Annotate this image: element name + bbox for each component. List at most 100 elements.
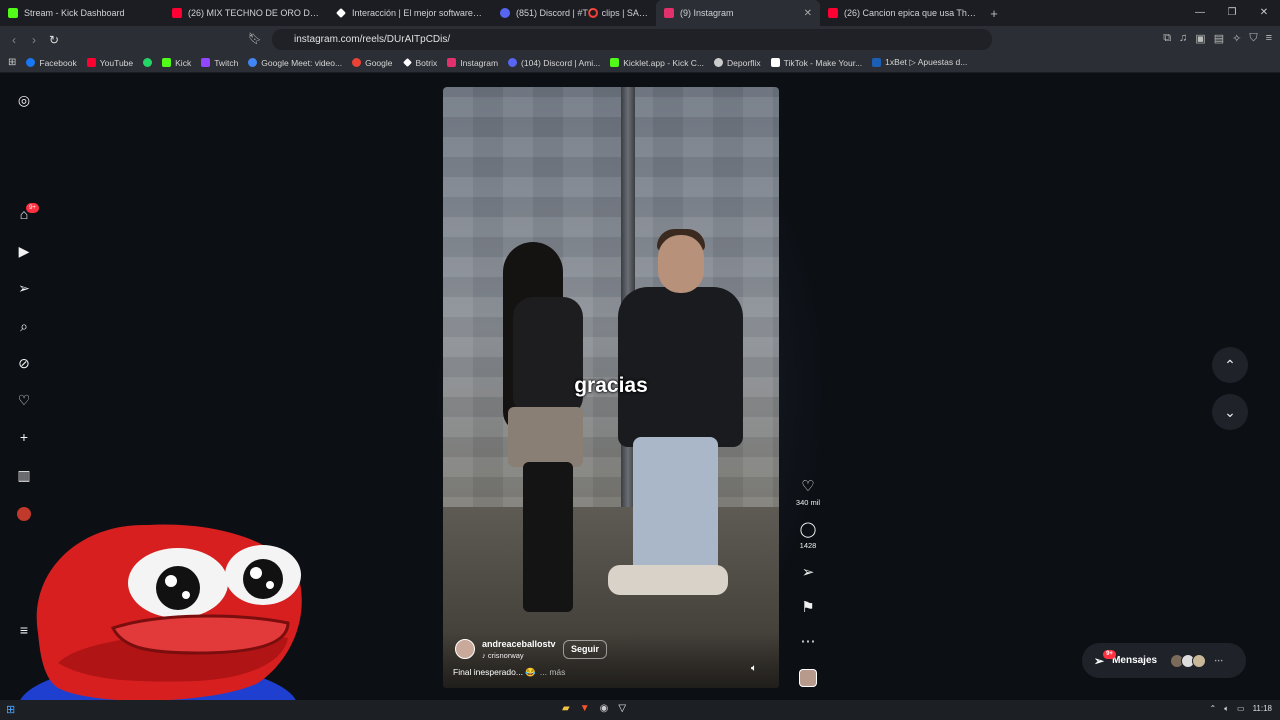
next-reel-button[interactable]: ⌄ bbox=[1212, 394, 1248, 430]
share-button[interactable]: ➢ bbox=[792, 564, 824, 582]
bookmark-botrix[interactable]: Botrix bbox=[402, 58, 437, 68]
leo-icon[interactable]: ✧ bbox=[1232, 32, 1241, 45]
forward-icon[interactable]: › bbox=[24, 33, 44, 47]
reel-username[interactable]: andreaceballostv bbox=[482, 639, 556, 649]
system-tray: ⌃ 🔈︎ ▭ 11:18 bbox=[1209, 704, 1272, 714]
more-icon: ⋯ bbox=[800, 633, 816, 650]
dashboard-icon[interactable]: ▥ bbox=[16, 467, 32, 483]
previous-reel-button[interactable]: ⌃ bbox=[1212, 347, 1248, 383]
reel-video[interactable]: gracias andreaceballostv ♪ crisnorway Se… bbox=[443, 87, 779, 688]
bookmarks-bar: ⊞ Facebook YouTube Kick Twitch Google Me… bbox=[0, 53, 1280, 73]
vpn-icon[interactable]: ⛉ bbox=[1249, 32, 1257, 45]
extensions-icon[interactable]: ⧉ bbox=[1163, 32, 1171, 45]
back-icon[interactable]: ‹ bbox=[4, 33, 24, 47]
create-icon[interactable]: + bbox=[16, 429, 32, 445]
whatsapp-icon bbox=[143, 58, 153, 67]
network-icon[interactable]: ▭ bbox=[1237, 704, 1245, 714]
minimize-icon[interactable]: — bbox=[1184, 0, 1216, 26]
clock[interactable]: 11:18 bbox=[1253, 704, 1272, 714]
reels-icon[interactable]: ▶ bbox=[16, 243, 32, 259]
youtube-icon bbox=[86, 58, 96, 67]
youtube-icon bbox=[828, 8, 838, 18]
wallet-icon[interactable]: ▤ bbox=[1214, 32, 1224, 45]
bookmark-icon: ⚑ bbox=[801, 599, 815, 616]
messages-icon[interactable]: ➢ bbox=[16, 280, 32, 296]
new-tab-button[interactable]: + bbox=[984, 6, 1004, 21]
tab-kick-dashboard[interactable]: Stream - Kick Dashboard bbox=[0, 0, 164, 26]
bookmark-whatsapp[interactable] bbox=[143, 58, 153, 67]
save-button[interactable]: ⚑ bbox=[792, 599, 824, 617]
kick-icon bbox=[8, 8, 18, 18]
video-person-boy-legs bbox=[633, 437, 718, 577]
google-icon bbox=[352, 58, 362, 67]
reel-description[interactable]: Final inesperado... 😂... más bbox=[453, 667, 565, 678]
follow-button[interactable]: Seguir bbox=[563, 640, 608, 659]
bookmark-twitch[interactable]: Twitch bbox=[201, 58, 238, 68]
apps-grid-icon[interactable]: ⊞ bbox=[8, 57, 16, 68]
tab-instagram[interactable]: (9) Instagram ✕ bbox=[656, 0, 820, 26]
diamond-icon bbox=[336, 8, 346, 18]
video-person-girl-skirt bbox=[508, 407, 583, 467]
kick-icon bbox=[162, 58, 172, 67]
windows-start-icon[interactable]: ⊞ bbox=[6, 703, 15, 716]
close-icon[interactable]: ✕ bbox=[804, 8, 812, 19]
instagram-icon bbox=[664, 8, 674, 18]
tab-discord[interactable]: (851) Discord | #T⭕ clips | SAPOLIC bbox=[492, 0, 656, 26]
tiktok-icon bbox=[770, 58, 780, 67]
bookmark-1xbet[interactable]: 1xBet ▷ Apuestas d... bbox=[872, 57, 967, 68]
more-options-button[interactable]: ⋯ bbox=[792, 633, 824, 651]
search-icon[interactable]: ⌕ bbox=[16, 318, 32, 334]
toolbar-icons: ⧉ ♫ ▣ ▤ ✧ ⛉ ≡ bbox=[1163, 32, 1272, 45]
window-controls: — ❐ ✕ bbox=[1184, 0, 1280, 26]
restore-icon[interactable]: ❐ bbox=[1216, 0, 1248, 26]
bookmark-kicklet[interactable]: Kicklet.app - Kick C... bbox=[610, 58, 704, 68]
volume-icon[interactable]: 🔈︎ bbox=[1224, 704, 1229, 714]
more-link[interactable]: ... más bbox=[540, 667, 566, 677]
bookmark-google[interactable]: Google bbox=[352, 58, 393, 68]
streamlabs-icon[interactable]: ▽ bbox=[618, 703, 626, 714]
bookmark-kick[interactable]: Kick bbox=[162, 58, 191, 68]
explore-icon[interactable]: ⊘ bbox=[16, 355, 32, 371]
discord-icon bbox=[500, 8, 510, 18]
tab-label: (26) MIX TECHNO DE ORO DE 80's & bbox=[188, 8, 320, 18]
youtube-icon bbox=[172, 8, 182, 18]
heart-icon: ♡ bbox=[801, 478, 815, 495]
bookmark-discord[interactable]: (104) Discord | Ami... bbox=[508, 58, 600, 68]
tab-interaccion[interactable]: Interacción | El mejor software para p bbox=[328, 0, 492, 26]
sidebar-toggle-icon[interactable]: ▣ bbox=[1195, 32, 1205, 45]
like-button[interactable]: ♡ 340 mil bbox=[792, 478, 824, 507]
obs-icon[interactable]: ◉ bbox=[600, 703, 609, 714]
volume-icon[interactable]: 🔈︎ bbox=[751, 663, 757, 674]
chevron-up-icon[interactable]: ⌃ bbox=[1209, 704, 1216, 714]
url-field[interactable]: instagram.com/reels/DUrAITpCDis/ bbox=[272, 29, 992, 50]
close-window-icon[interactable]: ✕ bbox=[1248, 0, 1280, 26]
tab-youtube-mix[interactable]: (26) MIX TECHNO DE ORO DE 80's & bbox=[164, 0, 328, 26]
like-count: 340 mil bbox=[795, 498, 821, 507]
folder-icon[interactable]: ▰ bbox=[562, 703, 570, 714]
audio-thumbnail[interactable] bbox=[799, 669, 817, 687]
reel-audio[interactable]: ♪ crisnorway bbox=[482, 651, 524, 660]
google-icon bbox=[248, 58, 258, 67]
bookmark-youtube[interactable]: YouTube bbox=[86, 58, 133, 68]
messages-button[interactable]: ➢ 9+ Mensajes ⋯ bbox=[1082, 643, 1246, 678]
gear-icon bbox=[714, 58, 724, 67]
media-icon[interactable]: ♫ bbox=[1179, 32, 1187, 45]
bookmark-icon[interactable]: 🔖︎ bbox=[248, 32, 262, 45]
bookmark-facebook[interactable]: Facebook bbox=[26, 58, 77, 68]
menu-icon[interactable]: ≡ bbox=[1266, 32, 1272, 45]
brave-icon[interactable]: ▼ bbox=[580, 703, 590, 714]
instagram-icon bbox=[447, 58, 457, 67]
instagram-icon[interactable]: ◎ bbox=[16, 92, 32, 108]
bookmark-google-meet[interactable]: Google Meet: video... bbox=[248, 58, 342, 68]
heart-icon[interactable]: ♡ bbox=[16, 392, 32, 408]
avatar[interactable] bbox=[455, 639, 475, 659]
comment-icon: ◯ bbox=[799, 521, 817, 538]
tab-youtube-grefg[interactable]: (26) Cancion epica que usa TheGrefg bbox=[820, 0, 984, 26]
bookmark-tiktok[interactable]: TikTok - Make Your... bbox=[770, 58, 862, 68]
bookmark-deporflix[interactable]: Deporflix bbox=[714, 58, 761, 68]
address-bar-row: ‹ › ↻ 🔖︎ instagram.com/reels/DUrAITpCDis… bbox=[0, 26, 1280, 53]
comment-button[interactable]: ◯ 1428 bbox=[792, 521, 824, 550]
reload-icon[interactable]: ↻ bbox=[44, 33, 64, 47]
bookmark-instagram[interactable]: Instagram bbox=[447, 58, 498, 68]
tab-label: (851) Discord | #T⭕ clips | SAPOLIC bbox=[516, 7, 648, 18]
